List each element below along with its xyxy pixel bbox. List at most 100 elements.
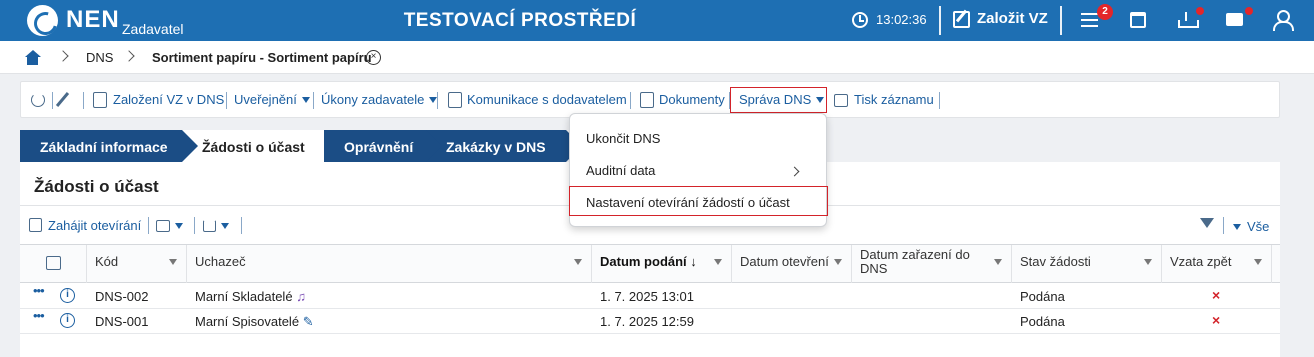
filter-caret-icon[interactable]	[834, 259, 842, 265]
export-menu-button[interactable]	[203, 218, 229, 233]
printer-icon	[156, 220, 170, 232]
page-title: Žádosti o účast	[34, 177, 159, 196]
music-note-icon: ♫	[296, 289, 306, 304]
column-header-code[interactable]: Kód	[87, 245, 187, 283]
chevron-right-icon	[789, 166, 800, 177]
dns-management-dropdown: Ukončit DNS Auditní data Nastavení oteví…	[569, 113, 828, 227]
toolbar-item-publication[interactable]: Uveřejnění	[234, 92, 310, 107]
breadcrumb-item-current: Sortiment papíru - Sortiment papíru	[152, 50, 372, 65]
calendar-icon[interactable]	[1130, 12, 1146, 28]
more-actions-icon[interactable]	[33, 308, 49, 323]
info-icon[interactable]: i	[60, 313, 75, 328]
menu-item-opening-settings[interactable]: Nastavení otevírání žádostí o účast	[586, 195, 790, 210]
divider	[52, 92, 53, 109]
tab-permissions[interactable]: Oprávnění	[324, 130, 442, 162]
breadcrumb-item-dns[interactable]: DNS	[86, 50, 113, 65]
download-icon[interactable]	[1178, 12, 1199, 28]
grid-header: Kód Uchazeč Datum podání ↓ Datum otevřen…	[20, 244, 1280, 283]
chevron-right-icon	[57, 50, 69, 62]
filter-caret-icon[interactable]	[1144, 259, 1152, 265]
tab-contracts-in-dns[interactable]: Zakázky v DNS	[426, 130, 582, 162]
filter-all-select[interactable]: Vše	[1233, 219, 1269, 234]
divider	[939, 92, 940, 109]
info-icon[interactable]: i	[60, 288, 75, 303]
filter-icon[interactable]	[1200, 218, 1214, 232]
sort-descending-icon: ↓	[690, 254, 697, 269]
filter-caret-icon[interactable]	[574, 259, 582, 265]
mail-alert-dot	[1245, 7, 1253, 15]
menu-item-end-dns[interactable]: Ukončit DNS	[586, 131, 660, 146]
divider	[1223, 217, 1224, 234]
mail-icon[interactable]	[1226, 13, 1243, 26]
tab-applications[interactable]: Žádosti o účast	[182, 130, 324, 162]
refresh-icon[interactable]	[31, 93, 45, 107]
withdrawn-no-icon: ×	[1212, 287, 1221, 303]
settings-document-icon	[93, 92, 107, 108]
pen-icon: ✎	[302, 314, 314, 329]
divider	[437, 92, 438, 109]
cell-submitted: 1. 7. 2025 13:01	[600, 289, 694, 304]
settings-document-icon	[29, 218, 42, 232]
new-document-icon[interactable]	[953, 11, 970, 28]
clock-icon	[852, 12, 868, 28]
filter-caret-icon[interactable]	[169, 259, 177, 265]
export-icon	[203, 220, 216, 232]
column-header-submitted[interactable]: Datum podání ↓	[592, 245, 732, 283]
home-icon[interactable]	[24, 50, 41, 65]
download-alert-dot	[1196, 7, 1204, 15]
close-icon[interactable]: ×	[366, 50, 381, 65]
column-settings-icon	[46, 256, 61, 270]
divider	[148, 217, 149, 234]
menu-icon[interactable]	[1081, 13, 1098, 27]
filter-caret-icon[interactable]	[714, 259, 722, 265]
filter-caret-icon[interactable]	[994, 259, 1002, 265]
table-row[interactable]: i DNS-001 Marní Spisovatelé ✎ 1. 7. 2025…	[20, 308, 1280, 334]
caret-down-icon	[816, 97, 825, 103]
cell-applicant: Marní Skladatelé ♫	[195, 289, 306, 304]
chevron-right-icon	[123, 50, 135, 62]
table-row[interactable]: i DNS-002 Marní Skladatelé ♫ 1. 7. 2025 …	[20, 283, 1280, 309]
column-header-status[interactable]: Stav žádosti	[1012, 245, 1162, 283]
caret-down-icon	[221, 223, 229, 229]
tab-basic-info[interactable]: Základní informace	[20, 130, 198, 162]
column-header-applicant[interactable]: Uchazeč	[187, 245, 592, 283]
print-menu-button[interactable]	[156, 218, 183, 233]
notification-badge: 2	[1097, 4, 1113, 20]
divider	[1060, 6, 1062, 35]
divider	[226, 92, 227, 109]
toolbar-item-create-vz[interactable]: Založení VZ v DNS	[113, 92, 224, 107]
divider	[313, 92, 314, 109]
cell-applicant: Marní Spisovatelé ✎	[195, 314, 314, 329]
caret-down-icon	[1233, 224, 1241, 230]
edit-icon[interactable]	[55, 92, 70, 107]
column-header-included[interactable]: Datum zařazení do DNS	[852, 245, 1012, 283]
printer-icon	[834, 94, 848, 107]
toolbar-item-communication[interactable]: Komunikace s dodavatelem	[467, 92, 627, 107]
caret-down-icon	[301, 97, 310, 103]
cell-status: Podána	[1020, 289, 1065, 304]
user-icon[interactable]	[1273, 10, 1294, 31]
create-vz-button[interactable]: Založit VZ	[977, 10, 1048, 27]
session-time: 13:02:36	[876, 12, 927, 27]
divider	[241, 217, 242, 234]
cell-code: DNS-001	[95, 314, 149, 329]
column-settings-cell[interactable]	[20, 245, 87, 283]
divider	[83, 92, 84, 109]
filter-caret-icon[interactable]	[1254, 259, 1262, 265]
divider	[939, 6, 941, 35]
start-opening-button[interactable]: Zahájit otevírání	[48, 218, 141, 233]
more-actions-icon[interactable]	[33, 283, 49, 298]
toolbar-item-dns-management[interactable]: Správa DNS	[739, 92, 825, 107]
toolbar-item-print[interactable]: Tisk záznamu	[854, 92, 934, 107]
top-bar: NEN Zadavatel TESTOVACÍ PROSTŘEDÍ 13:02:…	[0, 0, 1314, 41]
toolbar-item-actions[interactable]: Úkony zadavatele	[321, 92, 438, 107]
cell-submitted: 1. 7. 2025 12:59	[600, 314, 694, 329]
column-header-withdrawn[interactable]: Vzata zpět	[1162, 245, 1272, 283]
withdrawn-no-icon: ×	[1212, 312, 1221, 328]
menu-item-audit-data[interactable]: Auditní data	[586, 163, 655, 178]
divider	[194, 217, 195, 234]
column-header-opened[interactable]: Datum otevření	[732, 245, 852, 283]
clipboard-icon	[448, 92, 462, 108]
cell-status: Podána	[1020, 314, 1065, 329]
toolbar-item-documents[interactable]: Dokumenty	[659, 92, 725, 107]
